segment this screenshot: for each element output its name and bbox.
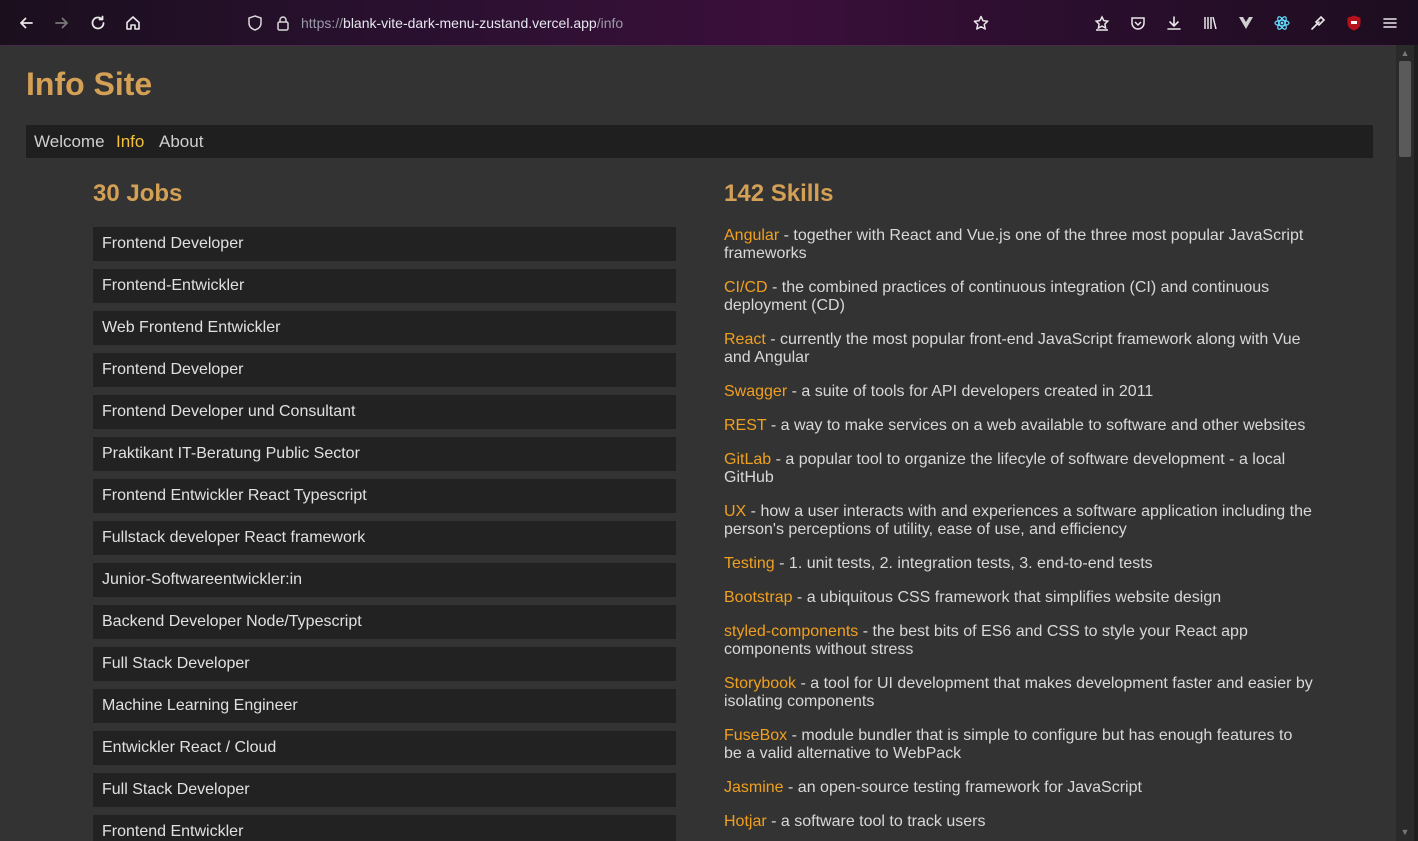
skill-name[interactable]: UX xyxy=(724,503,746,520)
skill-description: - together with React and Vue.js one of … xyxy=(724,227,1304,262)
scroll-down-icon[interactable]: ▼ xyxy=(1400,827,1410,837)
download-icon[interactable] xyxy=(1161,10,1187,36)
browser-toolbar: https://blank-vite-dark-menu-zustand.ver… xyxy=(0,0,1418,46)
skill-name[interactable]: React xyxy=(724,331,766,348)
job-item[interactable]: Frontend Entwickler React Typescript xyxy=(93,479,676,513)
skill-name[interactable]: GitLab xyxy=(724,451,771,468)
reload-icon[interactable] xyxy=(85,10,111,36)
nav-item-about[interactable]: About xyxy=(159,132,203,152)
skill-description: - a ubiquitous CSS framework that simpli… xyxy=(792,589,1222,606)
skill-item: Storybook - a tool for UI development th… xyxy=(724,675,1314,711)
nav-item-welcome[interactable]: Welcome xyxy=(34,132,105,152)
skill-name[interactable]: Storybook xyxy=(724,675,796,692)
skill-name[interactable]: Swagger xyxy=(724,383,787,400)
skill-description: - the combined practices of continuous i… xyxy=(724,279,1270,314)
skill-name[interactable]: Hotjar xyxy=(724,813,767,830)
skill-item: CI/CD - the combined practices of contin… xyxy=(724,279,1314,315)
skill-item: Angular - together with React and Vue.js… xyxy=(724,227,1314,263)
url-path: /info xyxy=(596,15,624,31)
job-item[interactable]: Frontend Developer xyxy=(93,227,676,261)
skill-item: Bootstrap - a ubiquitous CSS framework t… xyxy=(724,589,1314,607)
skill-item: Jasmine - an open-source testing framewo… xyxy=(724,779,1314,797)
library-icon[interactable] xyxy=(1197,10,1223,36)
nav-item-info[interactable]: Info xyxy=(116,132,144,152)
pocket-icon[interactable] xyxy=(1125,10,1151,36)
saved-bookmarks-icon[interactable] xyxy=(1089,10,1115,36)
jobs-title: 30 Jobs xyxy=(93,180,183,207)
skill-item: Swagger - a suite of tools for API devel… xyxy=(724,383,1314,401)
skills-list: Angular - together with React and Vue.js… xyxy=(724,227,1314,841)
job-item[interactable]: Web Frontend Entwickler xyxy=(93,311,676,345)
back-icon[interactable] xyxy=(13,10,39,36)
vertical-scrollbar[interactable]: ▲ ▼ xyxy=(1396,45,1414,841)
nav-bar: Welcome Info About xyxy=(26,125,1373,158)
skill-description: - an open-source testing framework for J… xyxy=(783,779,1142,796)
skill-description: - 1. unit tests, 2. integration tests, 3… xyxy=(774,555,1153,572)
job-item[interactable]: Full Stack Developer xyxy=(93,773,676,807)
job-item[interactable]: Frontend-Entwickler xyxy=(93,269,676,303)
job-item[interactable]: Fullstack developer React framework xyxy=(93,521,676,555)
skill-item: REST - a way to make services on a web a… xyxy=(724,417,1314,435)
job-item[interactable]: Entwickler React / Cloud xyxy=(93,731,676,765)
skills-title: 142 Skills xyxy=(724,180,834,207)
home-icon[interactable] xyxy=(120,10,146,36)
skill-description: - a way to make services on a web availa… xyxy=(766,417,1306,434)
skill-name[interactable]: Testing xyxy=(724,555,775,572)
skill-description: - a tool for UI development that makes d… xyxy=(724,675,1313,710)
skill-item: Hotjar - a software tool to track users xyxy=(724,813,1314,831)
eyedropper-icon[interactable] xyxy=(1305,10,1331,36)
job-item[interactable]: Machine Learning Engineer xyxy=(93,689,676,723)
skill-name[interactable]: CI/CD xyxy=(724,279,768,296)
url-host: blank-vite-dark-menu-zustand.vercel.app xyxy=(343,15,597,31)
job-item[interactable]: Praktikant IT-Beratung Public Sector xyxy=(93,437,676,471)
job-item[interactable]: Junior-Softwareentwickler:in xyxy=(93,563,676,597)
react-devtools-icon[interactable] xyxy=(1269,10,1295,36)
skill-item: GitLab - a popular tool to organize the … xyxy=(724,451,1314,487)
job-item[interactable]: Frontend Developer und Consultant xyxy=(93,395,676,429)
skill-name[interactable]: Bootstrap xyxy=(724,589,792,606)
skill-name[interactable]: FuseBox xyxy=(724,727,787,744)
skill-description: - a software tool to track users xyxy=(766,813,986,830)
window-edge xyxy=(1414,45,1418,841)
url-text[interactable]: https://blank-vite-dark-menu-zustand.ver… xyxy=(301,15,623,31)
skill-name[interactable]: Angular xyxy=(724,227,779,244)
job-item[interactable]: Frontend Entwickler xyxy=(93,815,676,841)
skill-description: - a suite of tools for API developers cr… xyxy=(787,383,1154,400)
shield-icon[interactable] xyxy=(242,10,268,36)
url-bar[interactable]: https://blank-vite-dark-menu-zustand.ver… xyxy=(240,6,1000,40)
skill-name[interactable]: REST xyxy=(724,417,766,434)
skill-item: styled-components - the best bits of ES6… xyxy=(724,623,1314,659)
url-scheme: https:// xyxy=(301,15,344,31)
skill-item: FuseBox - module bundler that is simple … xyxy=(724,727,1314,763)
skill-description: - currently the most popular front-end J… xyxy=(724,331,1301,366)
page-content: Info Site Welcome Info About 30 Jobs Fro… xyxy=(0,45,1396,841)
forward-icon[interactable] xyxy=(49,10,75,36)
lock-icon[interactable] xyxy=(270,10,296,36)
bookmark-star-icon[interactable] xyxy=(968,10,994,36)
skill-description: - a popular tool to organize the lifecyl… xyxy=(724,451,1286,486)
skill-description: - how a user interacts with and experien… xyxy=(724,503,1312,538)
job-item[interactable]: Full Stack Developer xyxy=(93,647,676,681)
skill-item: UX - how a user interacts with and exper… xyxy=(724,503,1314,539)
skill-name[interactable]: styled-components xyxy=(724,623,858,640)
skill-name[interactable]: Jasmine xyxy=(724,779,784,796)
ublock-icon[interactable] xyxy=(1341,10,1367,36)
jobs-list: Frontend Developer Frontend-Entwickler W… xyxy=(93,227,676,841)
skill-item: Testing - 1. unit tests, 2. integration … xyxy=(724,555,1314,573)
vue-devtools-icon[interactable] xyxy=(1233,10,1259,36)
menu-icon[interactable] xyxy=(1377,10,1403,36)
site-title: Info Site xyxy=(26,66,153,102)
job-item[interactable]: Frontend Developer xyxy=(93,353,676,387)
job-item[interactable]: Backend Developer Node/Typescript xyxy=(93,605,676,639)
skill-description: - module bundler that is simple to confi… xyxy=(724,727,1293,762)
scroll-up-icon[interactable]: ▲ xyxy=(1400,48,1410,58)
scrollbar-thumb[interactable] xyxy=(1399,61,1411,157)
skill-item: React - currently the most popular front… xyxy=(724,331,1314,367)
